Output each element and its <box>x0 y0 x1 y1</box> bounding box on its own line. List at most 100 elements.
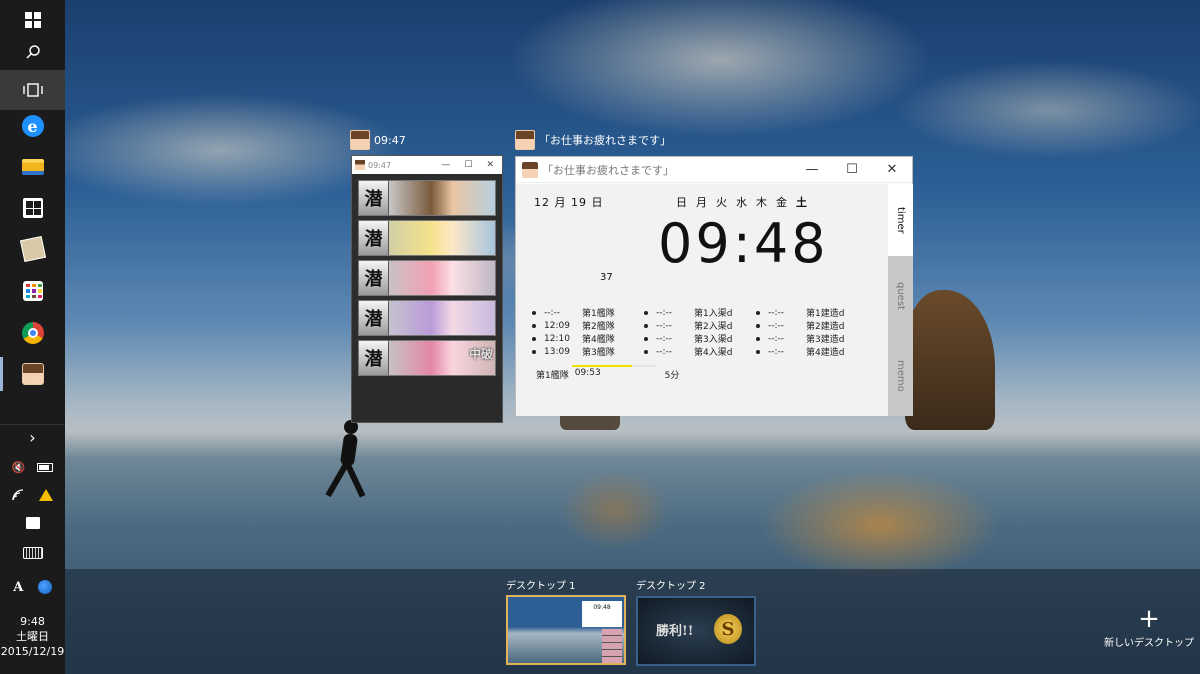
minimize-icon: — <box>441 160 451 170</box>
search-icon <box>25 45 40 59</box>
progress-fill <box>572 365 633 367</box>
close-icon: ✕ <box>486 160 494 170</box>
wallpaper-reflection <box>760 470 1000 580</box>
store-icon <box>22 198 43 218</box>
timer-row: --:-- 第1建造d <box>750 306 850 319</box>
close-icon: ✕ <box>886 162 898 177</box>
window-thumbnail-title: 「お仕事お疲れさまです」 <box>539 134 671 147</box>
weekday: 月 <box>696 196 707 209</box>
seconds-label: 37 <box>600 272 613 283</box>
timer-time: --:-- <box>656 320 673 331</box>
timer-row: 13:09 第3艦隊 <box>526 345 626 358</box>
ship-card: 潜 <box>358 180 496 216</box>
timer-label: 第1建造d <box>806 309 845 319</box>
apps-grid-icon <box>22 281 43 301</box>
apps-grid-button[interactable] <box>0 271 65 311</box>
timer-panel: 12 月 19 日 日 月 火 水 木 金 土 09:48 37 --:-- 第1… <box>516 184 888 416</box>
ship-list: 潜 潜 潜 潜 潜 中破 <box>352 174 502 376</box>
ship-portrait <box>389 221 495 255</box>
timer-label: 第2入渠d <box>694 322 733 332</box>
ship-portrait <box>389 181 495 215</box>
maps-app-button[interactable] <box>0 229 65 269</box>
date-label: 12 月 19 日 <box>534 196 604 209</box>
build-timers: --:-- 第1建造d --:-- 第2建造d --:-- 第3建造d --:-- 第4… <box>750 306 850 358</box>
cortana-icon[interactable] <box>37 580 52 594</box>
weekday: 日 <box>676 196 687 209</box>
tray-row-5: A <box>0 574 65 600</box>
edge-icon: e <box>21 115 44 137</box>
file-explorer-button[interactable] <box>0 147 65 187</box>
timer-label: 第1艦隊 <box>582 309 615 319</box>
desktop-label: デスクトップ 1 <box>506 581 576 592</box>
rank-emblem: S <box>714 614 742 644</box>
window-title: 「お仕事お疲れさまです」 <box>542 163 674 177</box>
clock-date: 2015/12/19 <box>0 645 65 658</box>
big-clock: 09:48 <box>658 212 829 275</box>
touch-keyboard-icon[interactable] <box>22 547 43 559</box>
timer-window-thumbnail[interactable]: 「お仕事お疲れさまです」 — ☐ ✕ 12 月 19 日 日 月 火 水 木 金… <box>515 156 913 416</box>
tab-memo[interactable]: memo <box>888 336 913 416</box>
action-center-icon[interactable] <box>25 517 40 529</box>
tray-overflow-button[interactable]: › <box>0 424 65 450</box>
timer-time: 12:09 <box>544 320 570 331</box>
tab-quest[interactable]: quest <box>888 256 913 336</box>
fleet-window-thumbnail[interactable]: 09:47 — ☐ ✕ 潜 潜 潜 潜 潜 中破 <box>351 155 503 423</box>
timer-label: 第3建造d <box>806 335 845 345</box>
chrome-button[interactable] <box>0 313 65 353</box>
window-controls: — ☐ ✕ <box>792 162 912 177</box>
timer-label: 第3入渠d <box>694 335 733 345</box>
ship-portrait <box>389 261 495 295</box>
kancolle-app-icon <box>515 130 535 150</box>
battery-icon[interactable] <box>37 462 54 472</box>
timer-label: 第4建造d <box>806 348 845 358</box>
search-button[interactable] <box>0 32 65 72</box>
ship-portrait <box>389 301 495 335</box>
store-button[interactable] <box>0 188 65 228</box>
kancolle-app-icon <box>355 160 365 170</box>
chevron-right-icon: › <box>29 428 36 447</box>
remaining-minutes: 5分 <box>664 371 680 381</box>
ime-mode-icon[interactable]: A <box>13 580 23 595</box>
virtual-desktop-bar <box>65 569 1200 674</box>
wallpaper-reflection <box>560 470 670 550</box>
weekday-today: 土 <box>796 196 807 209</box>
taskbar-clock[interactable]: 9:48 土曜日 2015/12/19 <box>0 614 65 659</box>
tab-timer[interactable]: timer <box>888 184 913 256</box>
timer-row: --:-- 第2入渠d <box>638 319 738 332</box>
timer-row: 12:09 第2艦隊 <box>526 319 626 332</box>
timer-label: 第3艦隊 <box>582 348 615 358</box>
task-view-button[interactable] <box>0 70 65 110</box>
timer-time: --:-- <box>656 333 673 344</box>
side-tabs: timer quest memo <box>888 184 913 416</box>
timer-label: 第2建造d <box>806 322 845 332</box>
plus-icon: + <box>1138 604 1160 634</box>
weekday: 火 <box>716 196 727 209</box>
clock-day: 土曜日 <box>16 630 49 643</box>
new-desktop-button[interactable]: + 新しいデスクトップ <box>1104 604 1194 649</box>
volume-mute-icon[interactable]: 🔇 <box>12 461 26 474</box>
ship-type-badge: 潜 <box>359 181 389 215</box>
timer-label: 第1入渠d <box>694 309 733 319</box>
window-titlebar: 「お仕事お疲れさまです」 — ☐ ✕ <box>516 157 912 183</box>
desktop-thumbnail-2[interactable]: 勝利!! S <box>636 596 756 666</box>
tray-row-1: 🔇 <box>0 454 65 480</box>
timer-time: 12:10 <box>544 333 570 344</box>
ship-card: 潜 <box>358 220 496 256</box>
kancolle-app-icon <box>350 130 370 150</box>
maximize-icon: ☐ <box>464 160 473 170</box>
tray-row-3 <box>0 510 65 536</box>
desktop-thumbnail-1[interactable]: 09:48 <box>506 595 626 665</box>
wifi-icon[interactable] <box>12 489 26 501</box>
timer-row: 12:10 第4艦隊 <box>526 332 626 345</box>
weekday: 木 <box>756 196 767 209</box>
window-thumbnail-header[interactable]: 09:47 <box>350 130 406 150</box>
kancolle-app-button[interactable] <box>0 354 65 394</box>
next-fleet-label: 第1艦隊 <box>536 371 569 381</box>
weekday: 水 <box>736 196 747 209</box>
timer-label: 第4入渠d <box>694 348 733 358</box>
weekday: 金 <box>776 196 787 209</box>
google-drive-icon[interactable] <box>38 489 53 501</box>
next-fleet-time: 09:53 <box>574 368 601 378</box>
edge-button[interactable]: e <box>0 106 65 146</box>
window-thumbnail-header[interactable]: 「お仕事お疲れさまです」 <box>515 130 671 150</box>
